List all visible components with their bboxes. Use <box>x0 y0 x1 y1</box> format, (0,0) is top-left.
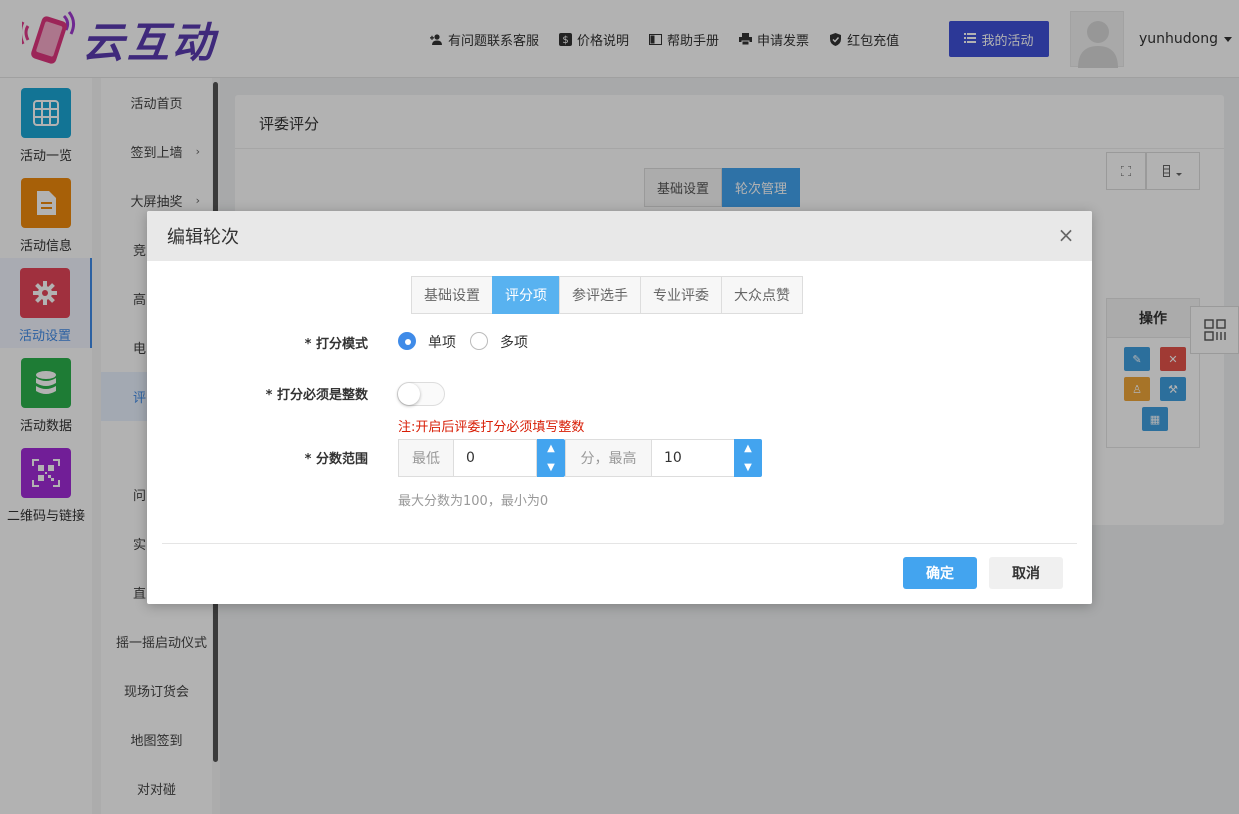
mid-addon: 分，最高 <box>565 439 652 477</box>
radio-multiple-label: 多项 <box>500 335 528 351</box>
tab-scoring-items[interactable]: 评分项 <box>492 276 560 314</box>
max-score-stepper[interactable]: ▲ ▼ <box>734 439 762 477</box>
divider <box>162 543 1077 544</box>
edit-round-dialog: 编辑轮次 × 基础设置 评分项 参评选手 专业评委 大众点赞 * 打分模式 单项… <box>147 211 1092 604</box>
score-mode-label: * 打分模式 <box>304 337 368 352</box>
integer-toggle[interactable] <box>397 382 445 406</box>
dialog-title: 编辑轮次 <box>167 227 239 248</box>
chevron-up-icon[interactable]: ▲ <box>744 443 752 454</box>
radio-single[interactable] <box>398 332 416 350</box>
chevron-down-icon[interactable]: ▼ <box>744 462 752 473</box>
max-score-input[interactable]: 10 <box>651 439 735 477</box>
chevron-up-icon[interactable]: ▲ <box>547 443 555 454</box>
dialog-header: 编辑轮次 × <box>147 211 1092 261</box>
chevron-down-icon[interactable]: ▼ <box>547 462 555 473</box>
score-range-label: * 分数范围 <box>304 452 368 467</box>
score-range-hint: 最大分数为100，最小为0 <box>398 494 549 509</box>
close-icon[interactable]: × <box>1056 225 1076 245</box>
radio-multiple[interactable] <box>470 332 488 350</box>
tab-basic-settings[interactable]: 基础设置 <box>411 276 493 314</box>
cancel-button[interactable]: 取消 <box>989 557 1063 589</box>
integer-label: * 打分必须是整数 <box>265 388 368 403</box>
min-addon: 最低 <box>398 439 454 477</box>
radio-single-label: 单项 <box>428 335 456 351</box>
integer-warning: 注:开启后评委打分必须填写整数 <box>398 420 585 435</box>
dialog-tabs: 基础设置 评分项 参评选手 专业评委 大众点赞 <box>411 276 803 314</box>
min-score-stepper[interactable]: ▲ ▼ <box>537 439 565 477</box>
tab-contestants[interactable]: 参评选手 <box>559 276 641 314</box>
confirm-button[interactable]: 确定 <box>903 557 977 589</box>
min-score-input[interactable]: 0 <box>453 439 537 477</box>
tab-pro-judges[interactable]: 专业评委 <box>640 276 722 314</box>
toggle-knob <box>398 383 420 405</box>
tab-public-likes[interactable]: 大众点赞 <box>721 276 803 314</box>
